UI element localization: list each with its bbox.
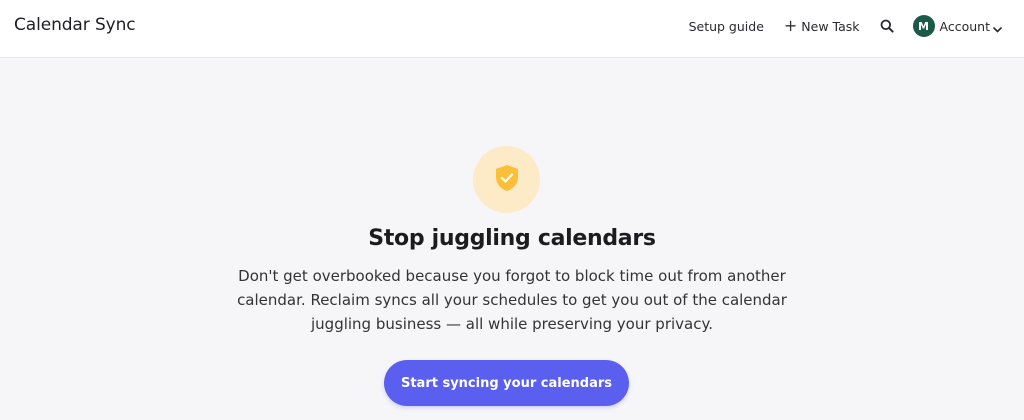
start-syncing-button[interactable]: Start syncing your calendars	[384, 360, 629, 406]
avatar: M	[912, 15, 935, 37]
search-icon[interactable]	[878, 17, 896, 35]
hero-description: Don't get overbooked because you forgot …	[237, 267, 787, 333]
plus-icon: +	[783, 16, 798, 35]
account-label: Account	[939, 18, 990, 34]
new-task-label: New Task	[801, 18, 860, 34]
chevron-down-icon	[993, 18, 1002, 37]
app-title: Calendar Sync	[14, 15, 136, 35]
hero-title: Stop juggling calendars	[368, 226, 656, 251]
hero-icon-circle	[473, 146, 540, 213]
shield-check-icon	[494, 164, 520, 196]
new-task-button[interactable]: + New Task	[784, 18, 860, 34]
top-nav: Setup guide + New Task M Account	[689, 13, 1002, 39]
account-menu[interactable]: M Account	[912, 15, 1002, 37]
setup-guide-link[interactable]: Setup guide	[689, 19, 764, 34]
top-bar: Calendar Sync Setup guide + New Task M A…	[0, 0, 1024, 58]
